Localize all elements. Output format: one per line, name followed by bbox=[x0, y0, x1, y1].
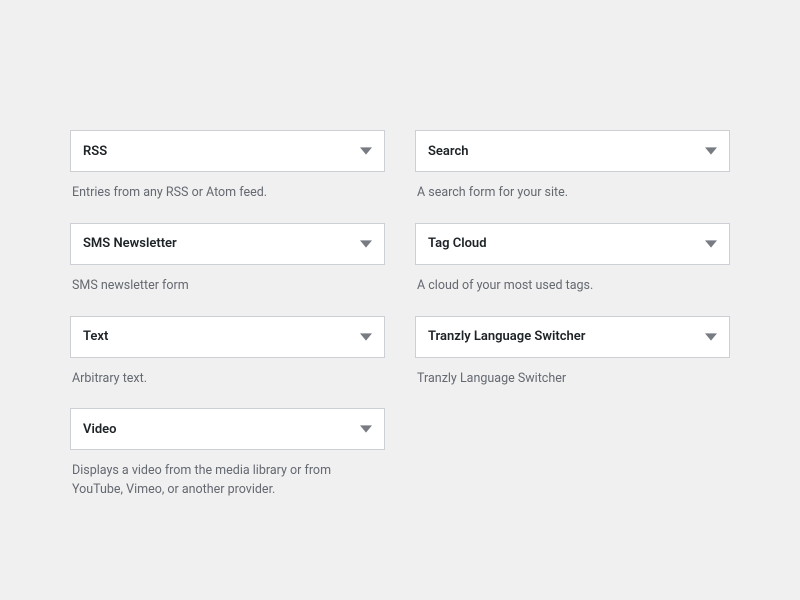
widget-title: Video bbox=[83, 422, 117, 437]
caret-down-icon bbox=[360, 331, 372, 343]
widget-title: RSS bbox=[83, 144, 107, 159]
widget-tranzly-language-switcher: Tranzly Language Switcher Tranzly Langua… bbox=[415, 316, 730, 389]
widget-title: Tag Cloud bbox=[428, 236, 487, 251]
widget-header-text[interactable]: Text bbox=[70, 316, 385, 358]
widget-video: Video Displays a video from the media li… bbox=[70, 408, 385, 500]
widget-title: Search bbox=[428, 144, 469, 159]
widget-header-sms-newsletter[interactable]: SMS Newsletter bbox=[70, 223, 385, 265]
widget-header-search[interactable]: Search bbox=[415, 130, 730, 172]
caret-down-icon bbox=[705, 238, 717, 250]
widget-sms-newsletter: SMS Newsletter SMS newsletter form bbox=[70, 223, 385, 296]
widget-header-rss[interactable]: RSS bbox=[70, 130, 385, 172]
widget-text: Text Arbitrary text. bbox=[70, 316, 385, 389]
widget-title: Text bbox=[83, 329, 108, 344]
empty-cell bbox=[415, 408, 730, 520]
widget-header-tranzly[interactable]: Tranzly Language Switcher bbox=[415, 316, 730, 358]
widget-rss: RSS Entries from any RSS or Atom feed. bbox=[70, 130, 385, 203]
widget-description: Arbitrary text. bbox=[70, 358, 385, 389]
widget-header-video[interactable]: Video bbox=[70, 408, 385, 450]
widget-description: SMS newsletter form bbox=[70, 265, 385, 296]
widget-description: Entries from any RSS or Atom feed. bbox=[70, 172, 385, 203]
widget-title: SMS Newsletter bbox=[83, 236, 177, 251]
widget-description: Tranzly Language Switcher bbox=[415, 358, 730, 389]
widget-title: Tranzly Language Switcher bbox=[428, 329, 585, 344]
widget-description: A search form for your site. bbox=[415, 172, 730, 203]
widget-description: A cloud of your most used tags. bbox=[415, 265, 730, 296]
widget-tag-cloud: Tag Cloud A cloud of your most used tags… bbox=[415, 223, 730, 296]
widget-header-tag-cloud[interactable]: Tag Cloud bbox=[415, 223, 730, 265]
caret-down-icon bbox=[705, 145, 717, 157]
caret-down-icon bbox=[360, 423, 372, 435]
widgets-grid: RSS Entries from any RSS or Atom feed. S… bbox=[70, 130, 730, 520]
caret-down-icon bbox=[705, 331, 717, 343]
widget-description: Displays a video from the media library … bbox=[70, 450, 385, 500]
caret-down-icon bbox=[360, 145, 372, 157]
caret-down-icon bbox=[360, 238, 372, 250]
widget-search: Search A search form for your site. bbox=[415, 130, 730, 203]
